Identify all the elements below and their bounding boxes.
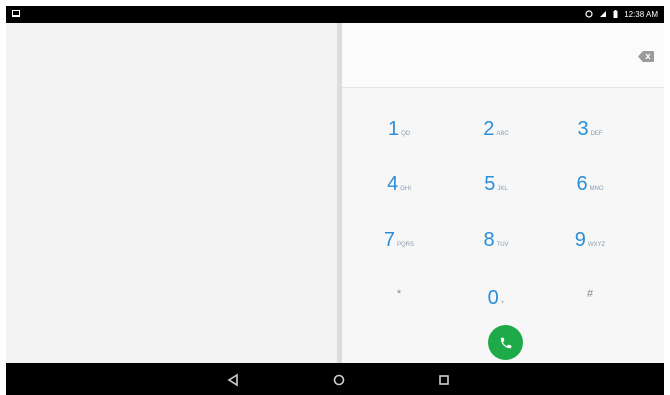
wifi-icon xyxy=(599,10,607,20)
key-letters: PQRS xyxy=(397,242,415,248)
phone-icon xyxy=(500,337,511,348)
key-letters: GHI xyxy=(400,186,411,192)
dialpad-key-1[interactable]: 1 QD xyxy=(369,113,429,145)
key-digit: 7 xyxy=(383,229,396,251)
dialpad-key-0[interactable]: 0 + xyxy=(466,282,526,314)
dialpad-key-3[interactable]: 3 DEF xyxy=(560,113,620,145)
home-icon[interactable] xyxy=(331,372,347,388)
status-time: 12:38 AM xyxy=(624,10,658,19)
notification-icon xyxy=(12,10,20,19)
key-letters: DEF xyxy=(590,131,603,137)
key-digit: 1 xyxy=(387,118,400,140)
call-button[interactable] xyxy=(488,325,523,360)
dialpad-key-7[interactable]: 7 PQRS xyxy=(369,224,429,256)
dialpad-key-2[interactable]: 2 ABC xyxy=(466,113,526,145)
battery-icon xyxy=(613,9,618,20)
recents-icon[interactable] xyxy=(436,372,452,388)
status-icons: 12:38 AM xyxy=(585,9,658,20)
key-digit: 2 xyxy=(483,118,495,140)
dialpad-key-6[interactable]: 6 MNO xyxy=(560,168,620,200)
key-letters: JKL xyxy=(497,186,508,192)
key-digit: 6 xyxy=(576,173,588,195)
dialpad-key-8[interactable]: 8 TUV xyxy=(466,224,526,256)
dialpad-key-9[interactable]: 9 WXYZ xyxy=(560,224,620,256)
digits-field[interactable] xyxy=(342,23,664,88)
key-digit: * xyxy=(396,288,402,300)
key-digit: 9 xyxy=(574,229,586,251)
dialpad-key-star[interactable]: * xyxy=(369,278,429,310)
key-digit: 0 xyxy=(487,287,499,309)
navigation-bar xyxy=(6,363,664,395)
dialpad-key-5[interactable]: 5 JKL xyxy=(466,168,526,200)
key-digit: 5 xyxy=(484,173,496,195)
back-icon[interactable] xyxy=(225,372,241,388)
key-letters: QD xyxy=(401,131,411,137)
dialpad-key-hash[interactable]: # xyxy=(560,278,620,310)
status-bar: 12:38 AM xyxy=(6,6,664,23)
key-digit: # xyxy=(586,288,594,300)
key-letters: ABC xyxy=(496,131,509,137)
call-log-pane xyxy=(6,23,337,363)
alarm-icon xyxy=(585,9,593,20)
key-digit: 4 xyxy=(387,173,399,195)
key-letters: TUV xyxy=(496,242,509,248)
dialpad-pane: 1 QD 2 ABC 3 DEF 4 GHI 5 JKL 6 MNO 7 PQR… xyxy=(342,23,664,363)
key-digit: 8 xyxy=(483,229,495,251)
backspace-icon[interactable] xyxy=(638,49,654,62)
key-digit: 3 xyxy=(577,118,589,140)
dialpad-key-4[interactable]: 4 GHI xyxy=(369,168,429,200)
key-letters: MNO xyxy=(589,186,604,192)
key-letters: WXYZ xyxy=(587,242,606,248)
key-letters: + xyxy=(500,300,505,306)
